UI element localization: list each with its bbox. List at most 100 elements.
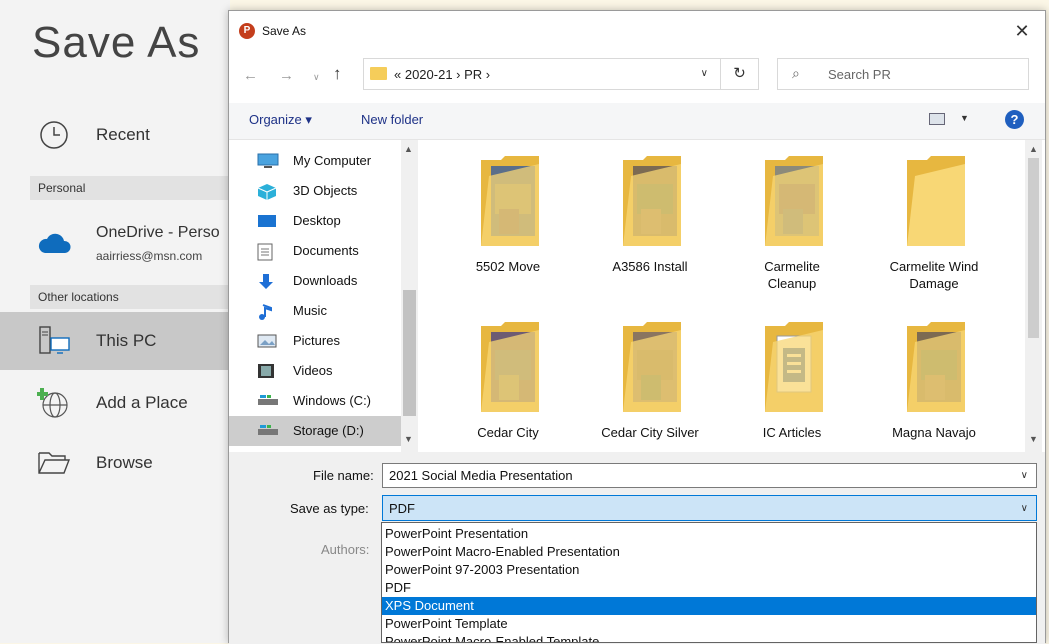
clock-icon [36, 117, 72, 153]
nav-item-label: Storage (D:) [293, 423, 364, 438]
nav-item-label: 3D Objects [293, 183, 358, 198]
chevron-down-icon[interactable]: ∨ [1021, 470, 1028, 481]
grid-scrollbar[interactable]: ▲ ▼ [1025, 140, 1042, 452]
folder-icon [370, 67, 387, 80]
back-arrow-icon[interactable]: ← [243, 67, 258, 84]
music-icon [257, 303, 277, 320]
backstage-panel: Save As Recent Personal OneDrive - Perso… [0, 0, 230, 643]
folder-name: A3586 Install [612, 259, 688, 274]
folder-tile[interactable]: A3586 Install [585, 144, 715, 294]
save-type-option[interactable]: PowerPoint 97-2003 Presentation [382, 561, 1036, 579]
folder-tile[interactable]: IC Articles [727, 310, 857, 452]
page-title: Save As [32, 18, 201, 67]
folder-icon [479, 154, 541, 254]
folder-name: Cedar City Silver [601, 425, 699, 440]
search-icon: ⌕ [792, 65, 800, 81]
nav-item-desktop[interactable]: Desktop [229, 206, 401, 236]
nav-item-documents[interactable]: Documents [229, 236, 401, 266]
authors-label: Authors: [321, 542, 370, 557]
nav-item-music[interactable]: Music [229, 296, 401, 326]
nav-item-windows-c[interactable]: Windows (C:) [229, 386, 401, 416]
chevron-down-icon[interactable]: ∨ [1021, 503, 1028, 514]
onedrive-name: OneDrive - Perso [96, 224, 220, 241]
add-place-label: Add a Place [96, 393, 188, 412]
pc-icon [36, 323, 72, 359]
save-type-select[interactable]: PDF ∨ [382, 495, 1037, 521]
scroll-thumb[interactable] [403, 290, 416, 416]
nav-item-my-computer[interactable]: My Computer [229, 146, 401, 176]
folder-tile[interactable]: Cedar City [443, 310, 573, 452]
help-icon[interactable]: ? [1005, 110, 1024, 129]
folder-tile[interactable]: Magna Navajo [869, 310, 999, 452]
folder-icon [621, 154, 683, 254]
drive-icon [257, 393, 278, 409]
folder-tile[interactable]: 5502 Move [443, 144, 573, 294]
nav-item-label: My Computer [293, 153, 372, 168]
address-path: « 2020-21 › PR › [394, 67, 491, 82]
folder-name: Magna Navajo [892, 425, 976, 440]
up-arrow-icon[interactable]: ↑ [333, 64, 342, 84]
search-box[interactable]: ⌕ Search PR [777, 58, 1029, 90]
this-pc-item[interactable]: This PC [0, 312, 230, 370]
folder-name: Cedar City [477, 425, 539, 440]
save-type-option[interactable]: PowerPoint Macro-Enabled Template [382, 633, 1036, 642]
other-locations-header: Other locations [30, 285, 230, 309]
forward-arrow-icon[interactable]: → [279, 67, 294, 84]
add-place-item[interactable]: Add a Place [0, 374, 230, 432]
file-name-field[interactable]: 2021 Social Media Presentation ∨ [382, 463, 1037, 488]
save-type-option[interactable]: PowerPoint Macro-Enabled Presentation [382, 543, 1036, 561]
computer-icon [257, 153, 279, 169]
scroll-down-icon[interactable]: ▼ [404, 434, 413, 444]
view-options-icon[interactable] [929, 113, 945, 125]
drive-icon [257, 423, 278, 439]
chevron-down-icon[interactable]: ∨ [701, 68, 708, 79]
onedrive-item[interactable] [0, 214, 230, 272]
title-bar[interactable]: P Save As ✕ [229, 11, 1045, 51]
address-bar[interactable]: « 2020-21 › PR › ∨ [363, 58, 721, 90]
folder-tile[interactable]: Carmelite Wind Damage [869, 144, 999, 294]
chevron-down-icon[interactable]: ▼ [960, 113, 969, 123]
nav-item-storage-d[interactable]: Storage (D:) [229, 416, 401, 446]
nav-item-label: Desktop [293, 213, 341, 228]
organize-button[interactable]: Organize ▾ [249, 112, 312, 128]
save-type-label: Save as type: [290, 501, 369, 516]
folder-tile[interactable]: Carmelite Cleanup [727, 144, 857, 294]
scroll-down-icon[interactable]: ▼ [1029, 434, 1038, 444]
save-type-option[interactable]: PowerPoint Presentation [382, 525, 1036, 543]
nav-item-downloads[interactable]: Downloads [229, 266, 401, 296]
refresh-button[interactable]: ↻ [721, 58, 759, 90]
nav-item-3d-objects[interactable]: 3D Objects [229, 176, 401, 206]
chevron-down-icon[interactable]: ∨ [313, 72, 320, 83]
folder-icon [905, 320, 967, 420]
scroll-thumb[interactable] [1028, 158, 1039, 338]
new-folder-button[interactable]: New folder [361, 112, 423, 127]
close-button[interactable]: ✕ [999, 11, 1045, 51]
nav-scrollbar[interactable]: ▲ ▼ [401, 140, 418, 452]
nav-item-label: Downloads [293, 273, 358, 288]
save-type-option[interactable]: PDF [382, 579, 1036, 597]
scroll-up-icon[interactable]: ▲ [404, 144, 413, 154]
folder-icon [905, 154, 967, 254]
folder-name: Carmelite Cleanup [764, 259, 820, 291]
cloud-icon [36, 225, 72, 261]
save-type-option[interactable]: XPS Document [382, 597, 1036, 615]
documents-icon [257, 243, 277, 261]
save-type-option[interactable]: PowerPoint Template [382, 615, 1036, 633]
command-bar: Organize ▾ New folder ▼ ? [229, 103, 1045, 140]
folder-open-icon [36, 445, 72, 481]
dialog-title: Save As [262, 24, 307, 38]
nav-item-label: Videos [293, 363, 333, 378]
save-type-value: PDF [389, 501, 415, 516]
nav-item-videos[interactable]: Videos [229, 356, 401, 386]
folder-tile[interactable]: Cedar City Silver [585, 310, 715, 452]
folder-name: 5502 Move [475, 259, 541, 274]
3d-objects-icon [257, 183, 277, 200]
folder-name: IC Articles [762, 425, 822, 440]
nav-item-pictures[interactable]: Pictures [229, 326, 401, 356]
recent-label: Recent [96, 125, 150, 144]
browse-item[interactable]: Browse [0, 434, 230, 492]
scroll-up-icon[interactable]: ▲ [1029, 144, 1038, 154]
recent-item[interactable]: Recent [0, 106, 230, 164]
file-name-value: 2021 Social Media Presentation [389, 468, 573, 483]
downloads-icon [257, 273, 277, 289]
